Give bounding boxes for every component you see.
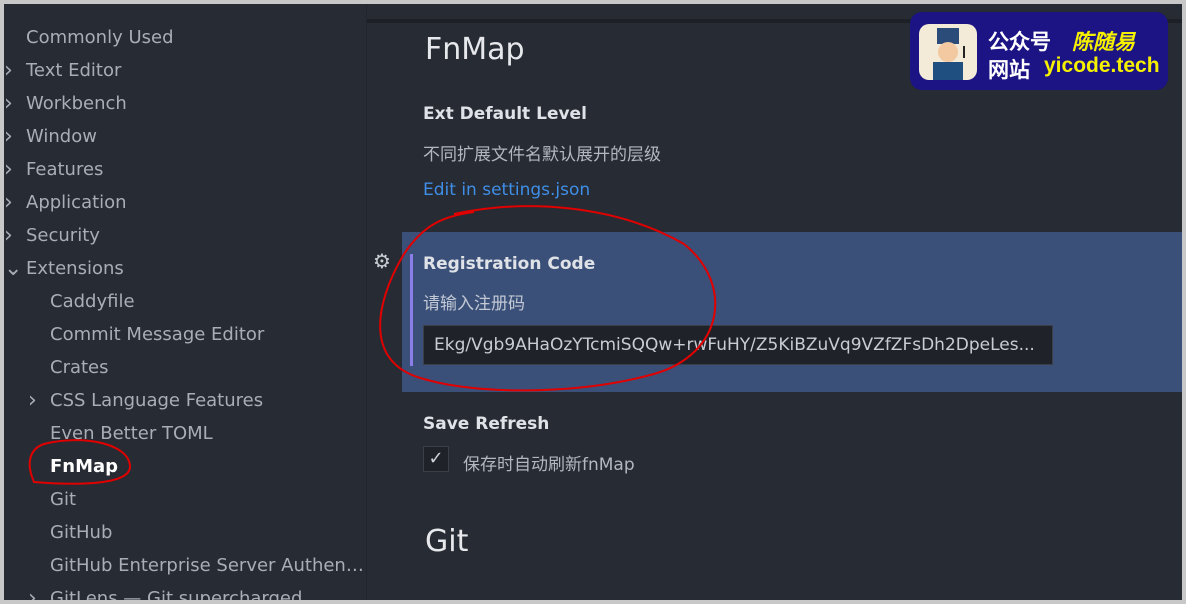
toc-item[interactable]: Caddyfile [28, 285, 366, 318]
section-title: FnMap [425, 32, 525, 67]
save-refresh-label: Save Refresh [423, 414, 550, 434]
toc-item[interactable]: › Features [4, 153, 366, 186]
toc-item[interactable]: Git [28, 483, 366, 516]
chevron-right-icon: › [4, 190, 13, 215]
toc-item[interactable]: › CSS Language Features [28, 384, 366, 417]
avatar [919, 24, 977, 80]
registration-code-label: Registration Code [423, 254, 596, 274]
chevron-right-icon: › [28, 388, 37, 413]
watermark-line2-value: yicode.tech [1044, 54, 1160, 77]
edit-in-settings-json-link[interactable]: Edit in settings.json [423, 180, 590, 200]
chevron-right-icon: › [28, 586, 37, 600]
toc-item-label: GitHub [50, 522, 113, 543]
chevron-right-icon: › [4, 223, 13, 248]
toc-item[interactable]: FnMap [28, 450, 366, 483]
toc-item-label: Text Editor [26, 60, 122, 81]
toc-item-label: Caddyfile [50, 291, 135, 312]
toc-item[interactable]: › Text Editor [4, 54, 366, 87]
focus-indicator [410, 254, 413, 366]
watermark-badge: 公众号 陈随易 网站 yicode.tech [910, 12, 1168, 90]
toc-item[interactable]: › Window [4, 120, 366, 153]
toc-item[interactable]: › Security [4, 219, 366, 252]
toc-item-label: Git [50, 489, 77, 510]
toc-item[interactable]: › Application [4, 186, 366, 219]
toc-item-label: Application [26, 192, 127, 213]
toc-item[interactable]: Commit Message Editor [28, 318, 366, 351]
toc-item-label: Workbench [26, 93, 127, 114]
ext-default-level-description: 不同扩展文件名默认展开的层级 [423, 145, 661, 165]
toc-item-label: GitLens — Git supercharged [50, 588, 303, 600]
gear-icon[interactable]: ⚙ [373, 250, 395, 272]
toc-item-label: Crates [50, 357, 109, 378]
toc-item[interactable]: Crates [28, 351, 366, 384]
toc-item[interactable]: Even Better TOML [28, 417, 366, 450]
toc-item[interactable]: ⌄ Extensions [4, 252, 366, 285]
toc-item-label: Commit Message Editor [50, 324, 265, 345]
toc-item-label: Features [26, 159, 104, 180]
chevron-right-icon: › [4, 58, 13, 83]
toc-item-label: Window [26, 126, 97, 147]
settings-window: Commonly Used › Text Editor › Workbench › Wind… [4, 4, 1182, 600]
toc-item[interactable]: › Workbench [4, 87, 366, 120]
save-refresh-checkbox[interactable]: ✓ [423, 446, 449, 472]
ext-default-level-label: Ext Default Level [423, 104, 587, 124]
settings-editor: FnMap Ext Default Level 不同扩展文件名默认展开的层级 E… [366, 4, 1182, 600]
registration-code-description: 请输入注册码 [423, 294, 525, 314]
toc-item-label: CSS Language Features [50, 390, 264, 411]
toc-item-label: Commonly Used [26, 27, 174, 48]
chevron-right-icon: › [4, 91, 13, 116]
chevron-right-icon: › [4, 124, 13, 149]
chevron-down-icon: ⌄ [4, 256, 23, 281]
chevron-right-icon: › [4, 157, 13, 182]
watermark-line1-value: 陈随易 [1072, 30, 1135, 54]
settings-toc: Commonly Used › Text Editor › Workbench › Wind… [4, 4, 366, 600]
registration-code-input[interactable]: Ekg/Vgb9AHaOzYTcmiSQQw+rwFuHY/Z5KiBZuVq9… [423, 325, 1053, 365]
watermark-line2-label: 网站 [988, 58, 1030, 82]
save-refresh-checkbox-label: 保存时自动刷新fnMap [463, 455, 635, 475]
git-section-title: Git [425, 524, 469, 559]
check-icon: ✓ [428, 448, 444, 469]
toc-item-label: Extensions [26, 258, 124, 279]
toc-item-label: GitHub Enterprise Server Authentication … [50, 555, 366, 576]
toc-item[interactable]: GitHub [28, 516, 366, 549]
toc-item[interactable]: Commonly Used [4, 21, 366, 54]
toc-item-label: FnMap [50, 456, 119, 477]
toc-item-label: Security [26, 225, 100, 246]
watermark-line1-label: 公众号 [988, 30, 1051, 54]
toc-item[interactable]: › GitLens — Git supercharged [28, 582, 366, 600]
toc-item[interactable]: GitHub Enterprise Server Authentication … [28, 549, 366, 582]
toc-item-label: Even Better TOML [50, 423, 213, 444]
